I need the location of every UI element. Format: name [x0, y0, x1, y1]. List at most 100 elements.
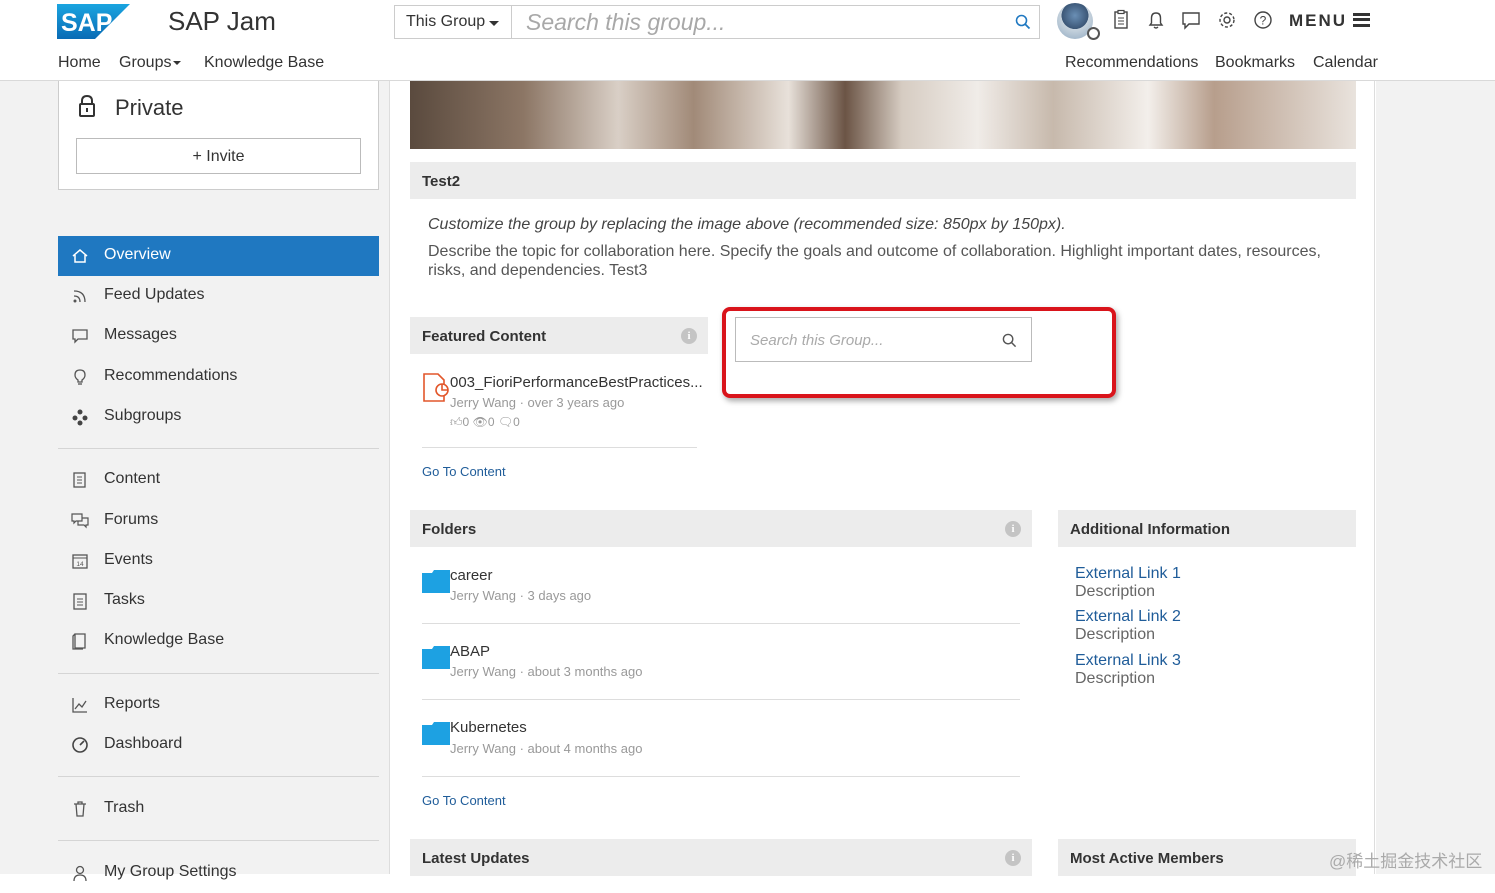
additional-info-title: Additional Information	[1070, 521, 1230, 538]
global-search	[511, 5, 1040, 39]
forums-icon	[71, 513, 89, 529]
sidebar-item-knowledge-base[interactable]: Knowledge Base	[58, 621, 379, 661]
sidebar-item-label: Knowledge Base	[104, 631, 225, 648]
presentation-file-icon	[423, 373, 449, 402]
featured-item-title[interactable]: 003_FioriPerformanceBestPractices...	[450, 374, 703, 391]
home-icon	[72, 249, 88, 263]
folder-icon	[422, 722, 450, 745]
folder-item-meta: Jerry Wang · 3 days ago	[450, 588, 592, 603]
tasks-icon[interactable]	[1110, 9, 1132, 31]
watermark: @稀土掘金技术社区	[1329, 852, 1483, 871]
svg-text:?: ?	[1260, 14, 1267, 28]
item-divider	[422, 623, 1020, 624]
info-icon[interactable]: i	[1005, 521, 1021, 537]
sidebar-item-label: Forums	[104, 511, 159, 528]
folder-icon	[422, 570, 450, 593]
dashboard-icon	[72, 737, 88, 753]
folder-item-title[interactable]: ABAP	[450, 643, 490, 660]
sidebar-item-label: Messages	[104, 326, 177, 343]
sidebar-item-recommendations[interactable]: Recommendations	[58, 357, 379, 397]
external-link-description: Description	[1075, 583, 1156, 600]
sidebar-item-label: Overview	[104, 246, 171, 263]
folder-item-title[interactable]: Kubernetes	[450, 719, 527, 736]
chat-icon[interactable]	[1180, 9, 1202, 31]
top-header: SAP SAP Jam This Group ? MENU Home Group…	[0, 0, 1495, 81]
sidebar-item-overview[interactable]: Overview	[58, 236, 379, 276]
external-link[interactable]: External Link 2	[1075, 608, 1181, 626]
search-scope-select[interactable]: This Group	[394, 5, 512, 39]
sidebar-item-subgroups[interactable]: Subgroups	[58, 397, 379, 437]
user-settings-icon	[73, 865, 87, 882]
external-link-description: Description	[1075, 670, 1156, 687]
folder-item-title[interactable]: career	[450, 567, 493, 584]
eye-icon: 👁︎	[472, 415, 488, 429]
featured-go-to-content-link[interactable]: Go To Content	[422, 464, 506, 479]
info-icon[interactable]: i	[1005, 850, 1021, 866]
chevron-down-icon	[173, 60, 182, 65]
nav-home[interactable]: Home	[58, 54, 101, 72]
nav-recommendations[interactable]: Recommendations	[1065, 54, 1198, 72]
sap-logo[interactable]: SAP	[57, 4, 130, 39]
sidebar-item-label: Trash	[104, 799, 145, 816]
featured-item-stats: 👍︎0 👁︎0 🗨︎0	[450, 415, 520, 430]
knowledge-base-icon	[72, 633, 86, 650]
sidebar-item-label: Content	[104, 470, 161, 487]
sidebar-item-events[interactable]: 14 Events	[58, 541, 379, 581]
comment-icon[interactable]: 🗨︎	[498, 415, 513, 429]
sidebar-item-dashboard[interactable]: Dashboard	[58, 725, 379, 765]
global-search-input[interactable]	[524, 9, 1004, 35]
latest-updates-title: Latest Updates	[422, 850, 530, 867]
privacy-label: Private	[115, 95, 184, 120]
group-privacy-card: Private + Invite	[58, 81, 379, 190]
sidebar-item-label: Events	[104, 551, 153, 568]
item-divider	[422, 447, 697, 448]
nav-calendar[interactable]: Calendar	[1313, 54, 1378, 72]
nav-knowledge-base[interactable]: Knowledge Base	[204, 54, 324, 72]
nav-groups[interactable]: Groups	[119, 54, 182, 72]
right-gutter	[1376, 81, 1495, 874]
comment-count: 0	[513, 415, 520, 429]
folder-item-meta: Jerry Wang · about 4 months ago	[450, 741, 643, 756]
external-link-description: Description	[1075, 626, 1156, 643]
gear-icon[interactable]	[1216, 9, 1238, 31]
sidebar-item-trash[interactable]: Trash	[58, 789, 379, 829]
menu-button[interactable]: MENU	[1289, 11, 1371, 31]
sidebar-item-forums[interactable]: Forums	[58, 501, 379, 541]
sidebar-divider	[58, 673, 379, 674]
item-divider	[422, 776, 1020, 777]
most-active-members-header: Most Active Members	[1058, 839, 1356, 876]
info-icon[interactable]: i	[681, 328, 697, 344]
sidebar-item-feed-updates[interactable]: Feed Updates	[58, 276, 379, 316]
sidebar-item-tasks[interactable]: Tasks	[58, 581, 379, 621]
folder-icon	[422, 646, 450, 669]
trash-icon	[74, 801, 86, 817]
sidebar-item-my-group-settings[interactable]: My Group Settings	[58, 853, 379, 893]
svg-text:14: 14	[76, 561, 84, 568]
view-count: 0	[487, 415, 495, 429]
help-icon[interactable]: ?	[1252, 9, 1274, 31]
tasks-icon	[73, 593, 87, 610]
group-banner-image	[410, 81, 1356, 149]
sidebar-item-messages[interactable]: Messages	[58, 316, 379, 356]
sidebar-divider	[58, 840, 379, 841]
app-title[interactable]: SAP Jam	[168, 6, 276, 37]
invite-button[interactable]: + Invite	[76, 138, 361, 174]
sidebar-item-reports[interactable]: Reports	[58, 685, 379, 725]
folders-title: Folders	[422, 521, 477, 538]
external-link[interactable]: External Link 1	[1075, 565, 1181, 583]
reports-icon	[72, 698, 87, 713]
search-icon[interactable]	[1015, 14, 1031, 30]
nav-bookmarks[interactable]: Bookmarks	[1215, 54, 1295, 72]
folders-go-to-content-link[interactable]: Go To Content	[422, 793, 506, 808]
sidebar-item-content[interactable]: Content	[58, 460, 379, 500]
thumbs-up-icon[interactable]: 👍︎	[450, 415, 463, 429]
nav-groups-label: Groups	[119, 54, 172, 71]
menu-label: MENU	[1289, 11, 1348, 30]
description-hint: Customize the group by replacing the ima…	[428, 216, 1066, 233]
bell-icon[interactable]	[1145, 9, 1167, 31]
external-link[interactable]: External Link 3	[1075, 652, 1181, 670]
sidebar-item-label: Reports	[104, 695, 161, 712]
featured-item-meta: Jerry Wang · over 3 years ago	[450, 395, 625, 410]
sidebar-item-label: Feed Updates	[104, 286, 205, 303]
rss-icon	[73, 290, 86, 303]
